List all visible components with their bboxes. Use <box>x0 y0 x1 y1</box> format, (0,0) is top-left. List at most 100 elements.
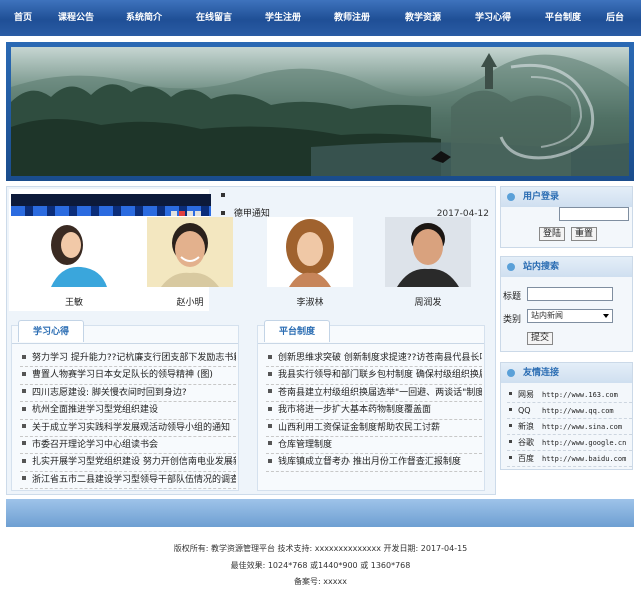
bullet-icon <box>221 210 225 215</box>
tab-study-notes[interactable]: 学习心得 <box>18 320 84 342</box>
nav-course-notice[interactable]: 课程公告 <box>58 0 94 36</box>
footer-icp: 备案号: xxxxx <box>294 577 347 586</box>
banner-image <box>11 47 629 176</box>
list-item-text[interactable]: 创新思维求突破 创新制度求提速??访苍南县代县长叶� <box>278 353 482 363</box>
link-name[interactable]: 谷歌 <box>518 435 542 451</box>
bullet-icon <box>268 458 272 463</box>
list-item-text[interactable]: 山西利用工资保证金制度帮助农民工讨薪 <box>278 423 440 433</box>
tab-platform-rules[interactable]: 平台制度 <box>264 320 330 342</box>
list-item-text[interactable]: 我县实行领导和部门联乡包村制度 确保村级组织换届� <box>278 370 482 380</box>
bullet-icon <box>221 192 225 197</box>
bullet-icon <box>268 389 272 394</box>
keyword-input[interactable] <box>527 287 613 301</box>
link-url[interactable]: http://www.163.com <box>542 391 618 399</box>
nav-home[interactable]: 首页 <box>14 0 32 36</box>
list-item-text[interactable]: 扎实开展学习型党组织建设 努力开创信南电业发展新� <box>32 457 236 467</box>
bullet-icon <box>268 406 272 411</box>
nav-admin[interactable]: 后台 <box>606 0 624 36</box>
friend-link[interactable]: 网易 http://www.163.com <box>507 387 632 403</box>
link-url[interactable]: http://www.baidu.com <box>542 455 626 463</box>
list-item[interactable]: 苍南县建立村级组织换届选举"一回避、两谈话"制度 <box>266 385 482 403</box>
person-card[interactable]: 王敏 <box>27 217 121 308</box>
list-item[interactable]: 山西利用工资保证金制度帮助农民工讨薪 <box>266 420 482 437</box>
list-item[interactable]: 钱库镇成立督考办 推出月份工作督查汇报制度 <box>266 454 482 472</box>
nav-study-notes[interactable]: 学习心得 <box>475 0 511 36</box>
banner-frame <box>6 42 634 181</box>
list-item-text[interactable]: 市委召开理论学习中心组读书会 <box>32 440 158 450</box>
friend-link[interactable]: 百度 http://www.baidu.com <box>507 451 632 467</box>
news-item[interactable] <box>217 189 489 203</box>
next-icon[interactable] <box>195 211 201 216</box>
reset-button[interactable]: 重置 <box>571 227 597 241</box>
password-input[interactable] <box>559 207 629 221</box>
link-name[interactable]: 百度 <box>518 451 542 467</box>
category-select-value: 站内新闻 <box>531 311 563 320</box>
person-name: 李淑林 <box>296 298 324 308</box>
video-player-bar[interactable] <box>11 194 211 216</box>
list-item[interactable]: 努力学习 提升能力??记杭廉支行团支部下发励志书籍 <box>20 350 236 368</box>
list-item[interactable]: 扎实开展学习型党组织建设 努力开创信南电业发展新� <box>20 454 236 472</box>
nav-student-register[interactable]: 学生注册 <box>265 0 301 36</box>
person-card[interactable]: 赵小明 <box>143 217 237 308</box>
list-item-text[interactable]: 仓库管理制度 <box>278 440 332 450</box>
friend-link[interactable]: 新浪 http://www.sina.com <box>507 419 632 435</box>
person-name: 周润发 <box>414 298 442 308</box>
login-button[interactable]: 登陆 <box>539 227 565 241</box>
person-card[interactable]: 周润发 <box>381 217 475 308</box>
platform-rules-box: 平台制度 创新思维求突破 创新制度求提速??访苍南县代县长叶� 我县实行领导和部… <box>257 320 485 491</box>
bullet-icon <box>509 408 512 411</box>
person-photo[interactable] <box>147 217 233 287</box>
main-content-panel: 德甲通知 2017-04-12 王敏 赵小明 李淑林 周润发 学习心得 努力学习… <box>6 186 496 495</box>
list-item[interactable]: 四川志愿建设: 脚关慢衣间时回到身边? <box>20 385 236 403</box>
link-url[interactable]: http://www.google.cn <box>542 439 626 447</box>
list-item-text[interactable]: 苍南县建立村级组织换届选举"一回避、两谈话"制度 <box>278 388 482 398</box>
person-photo[interactable] <box>267 217 353 287</box>
list-item-text[interactable]: 努力学习 提升能力??记杭廉支行团支部下发励志书籍 <box>32 353 236 363</box>
list-item[interactable]: 关于成立学习实践科学发展观活动领导小组的通知 <box>20 420 236 437</box>
friend-link[interactable]: 谷歌 http://www.google.cn <box>507 435 632 451</box>
list-item-text[interactable]: 杭州全面推进学习型党组织建设 <box>32 405 158 415</box>
list-item[interactable]: 我县实行领导和部门联乡包村制度 确保村级组织换届� <box>266 367 482 385</box>
link-url[interactable]: http://www.qq.com <box>542 407 614 415</box>
bullet-icon <box>22 441 26 446</box>
link-name[interactable]: 新浪 <box>518 419 542 435</box>
link-name[interactable]: QQ <box>518 403 542 419</box>
list-item[interactable]: 创新思维求突破 创新制度求提速??访苍南县代县长叶� <box>266 350 482 368</box>
list-item-text[interactable]: 四川志愿建设: 脚关慢衣间时回到身边? <box>32 388 187 398</box>
bullet-icon <box>268 371 272 376</box>
nav-guestbook[interactable]: 在线留言 <box>196 0 232 36</box>
person-card[interactable]: 李淑林 <box>263 217 357 308</box>
list-item[interactable]: 曹置人物赛学习日本女足队长的领导精神 (图) <box>20 367 236 385</box>
link-url[interactable]: http://www.sina.com <box>542 423 622 431</box>
friend-links-panel: 友情连接 网易 http://www.163.com QQ http://www.q… <box>500 362 633 470</box>
top-news-list: 德甲通知 2017-04-12 <box>217 189 489 219</box>
person-photo[interactable] <box>31 217 117 287</box>
footer-copyright: 版权所有: 教学资源管理平台 技术支持: xxxxxxxxxxxxxx 开发日期… <box>173 544 468 553</box>
nav-teaching-resources[interactable]: 教学资源 <box>405 0 441 36</box>
search-title: 站内搜索 <box>501 257 632 277</box>
list-item[interactable]: 市委召开理论学习中心组读书会 <box>20 437 236 455</box>
nav-platform-rules[interactable]: 平台制度 <box>545 0 581 36</box>
list-item-text[interactable]: 关于成立学习实践科学发展观活动领导小组的通知 <box>32 423 230 433</box>
list-item[interactable]: 杭州全面推进学习型党组织建设 <box>20 402 236 420</box>
list-item-text[interactable]: 我市将进一步扩大基本药物制度覆盖面 <box>278 405 431 415</box>
list-item-text[interactable]: 钱库镇成立督考办 推出月份工作督查汇报制度 <box>278 457 461 467</box>
link-name[interactable]: 网易 <box>518 387 542 403</box>
list-item[interactable]: 浙江省五市二县建设学习型领导干部队伍情况的调查 <box>20 472 236 490</box>
record-icon[interactable] <box>179 211 185 216</box>
nav-teacher-register[interactable]: 教师注册 <box>334 0 370 36</box>
list-item-text[interactable]: 曹置人物赛学习日本女足队长的领导精神 (图) <box>32 370 213 380</box>
category-select[interactable]: 站内新闻 <box>527 309 613 323</box>
play-icon[interactable] <box>171 211 177 216</box>
nav-system-intro[interactable]: 系统简介 <box>126 0 162 36</box>
list-item[interactable]: 我市将进一步扩大基本药物制度覆盖面 <box>266 402 482 420</box>
bullet-icon <box>509 424 512 427</box>
submit-button[interactable]: 提交 <box>527 332 553 345</box>
person-photo[interactable] <box>385 217 471 287</box>
stop-icon[interactable] <box>187 211 193 216</box>
list-item-text[interactable]: 浙江省五市二县建设学习型领导干部队伍情况的调查 <box>32 475 236 485</box>
search-panel: 站内搜索 标题 类别 站内新闻 提交 <box>500 256 633 352</box>
bullet-icon <box>22 354 26 359</box>
friend-link[interactable]: QQ http://www.qq.com <box>507 403 632 419</box>
list-item[interactable]: 仓库管理制度 <box>266 437 482 455</box>
